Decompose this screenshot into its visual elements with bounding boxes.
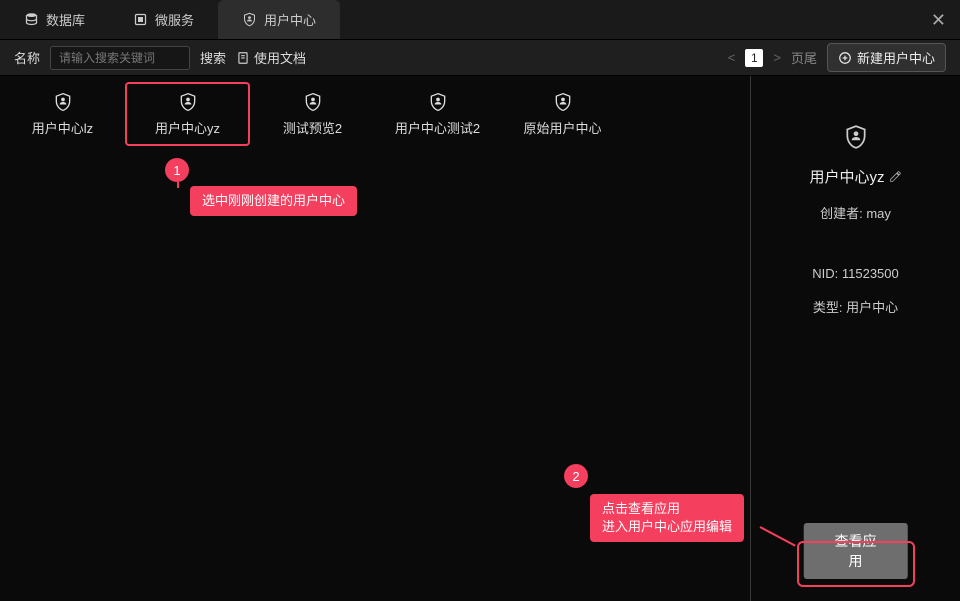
close-icon[interactable]: ✕ <box>931 10 946 31</box>
microservice-icon <box>133 12 148 27</box>
view-app-button[interactable]: 查看应用 <box>803 523 908 579</box>
shield-user-icon <box>303 92 323 112</box>
card-item[interactable]: 用户中心测试2 <box>375 82 500 146</box>
tab-bar: 数据库 微服务 用户中心 ✕ <box>0 0 960 40</box>
tab-label: 微服务 <box>155 10 194 29</box>
pager-current: 1 <box>745 49 763 67</box>
database-icon <box>24 12 39 27</box>
shield-user-icon <box>178 92 198 112</box>
tab-microservice[interactable]: 微服务 <box>109 0 218 39</box>
new-user-center-button[interactable]: 新建用户中心 <box>827 43 946 72</box>
card-label: 用户中心测试2 <box>395 118 480 137</box>
tab-label: 数据库 <box>46 10 85 29</box>
card-item[interactable]: 原始用户中心 <box>500 82 625 146</box>
card-label: 原始用户中心 <box>523 118 601 137</box>
pager-next[interactable]: > <box>771 50 783 65</box>
tab-database[interactable]: 数据库 <box>0 0 109 39</box>
tab-label: 用户中心 <box>264 10 316 29</box>
detail-nid: NID: 11523500 <box>812 266 899 281</box>
tab-user-center[interactable]: 用户中心 <box>218 0 340 39</box>
shield-user-icon <box>553 92 573 112</box>
annotation-badge-1: 1 <box>165 158 189 182</box>
pager-prev[interactable]: < <box>726 50 738 65</box>
plus-circle-icon <box>838 51 852 65</box>
search-button[interactable]: 搜索 <box>200 48 226 67</box>
annotation-connector <box>177 182 179 188</box>
name-label: 名称 <box>14 48 40 67</box>
search-input[interactable] <box>50 46 190 70</box>
card-item[interactable]: 用户中心lz <box>0 82 125 146</box>
card-item[interactable]: 测试预览2 <box>250 82 375 146</box>
card-grid: 用户中心lz 用户中心yz 测试预览2 用户中心测试2 原始用户中心 1 选中刚… <box>0 76 750 601</box>
annotation-badge-2: 2 <box>564 464 588 488</box>
pager-tail[interactable]: 页尾 <box>791 48 817 67</box>
new-button-label: 新建用户中心 <box>857 48 935 67</box>
detail-creator: 创建者: may <box>820 203 891 222</box>
toolbar: 名称 搜索 使用文档 < 1 > 页尾 新建用户中心 <box>0 40 960 76</box>
annotation-text-1: 选中刚刚创建的用户中心 <box>190 186 357 216</box>
main-area: 用户中心lz 用户中心yz 测试预览2 用户中心测试2 原始用户中心 1 选中刚… <box>0 76 960 601</box>
doc-label: 使用文档 <box>254 48 306 67</box>
detail-panel: 用户中心yz 创建者: may NID: 11523500 类型: 用户中心 查… <box>750 76 960 601</box>
shield-user-icon <box>843 124 869 150</box>
detail-type: 类型: 用户中心 <box>813 297 898 316</box>
card-label: 测试预览2 <box>283 118 342 137</box>
shield-user-icon <box>428 92 448 112</box>
card-label: 用户中心yz <box>155 118 220 137</box>
detail-title-row: 用户中心yz <box>809 166 901 187</box>
pager: < 1 > 页尾 <box>726 48 817 67</box>
card-item-selected[interactable]: 用户中心yz <box>125 82 250 146</box>
detail-title: 用户中心yz <box>809 166 884 187</box>
doc-link[interactable]: 使用文档 <box>236 48 306 67</box>
shield-user-icon <box>53 92 73 112</box>
edit-icon[interactable] <box>889 170 902 183</box>
annotation-text-2: 点击查看应用 进入用户中心应用编辑 <box>590 494 744 542</box>
shield-user-icon <box>242 12 257 27</box>
document-icon <box>236 51 250 65</box>
card-label: 用户中心lz <box>32 118 93 137</box>
